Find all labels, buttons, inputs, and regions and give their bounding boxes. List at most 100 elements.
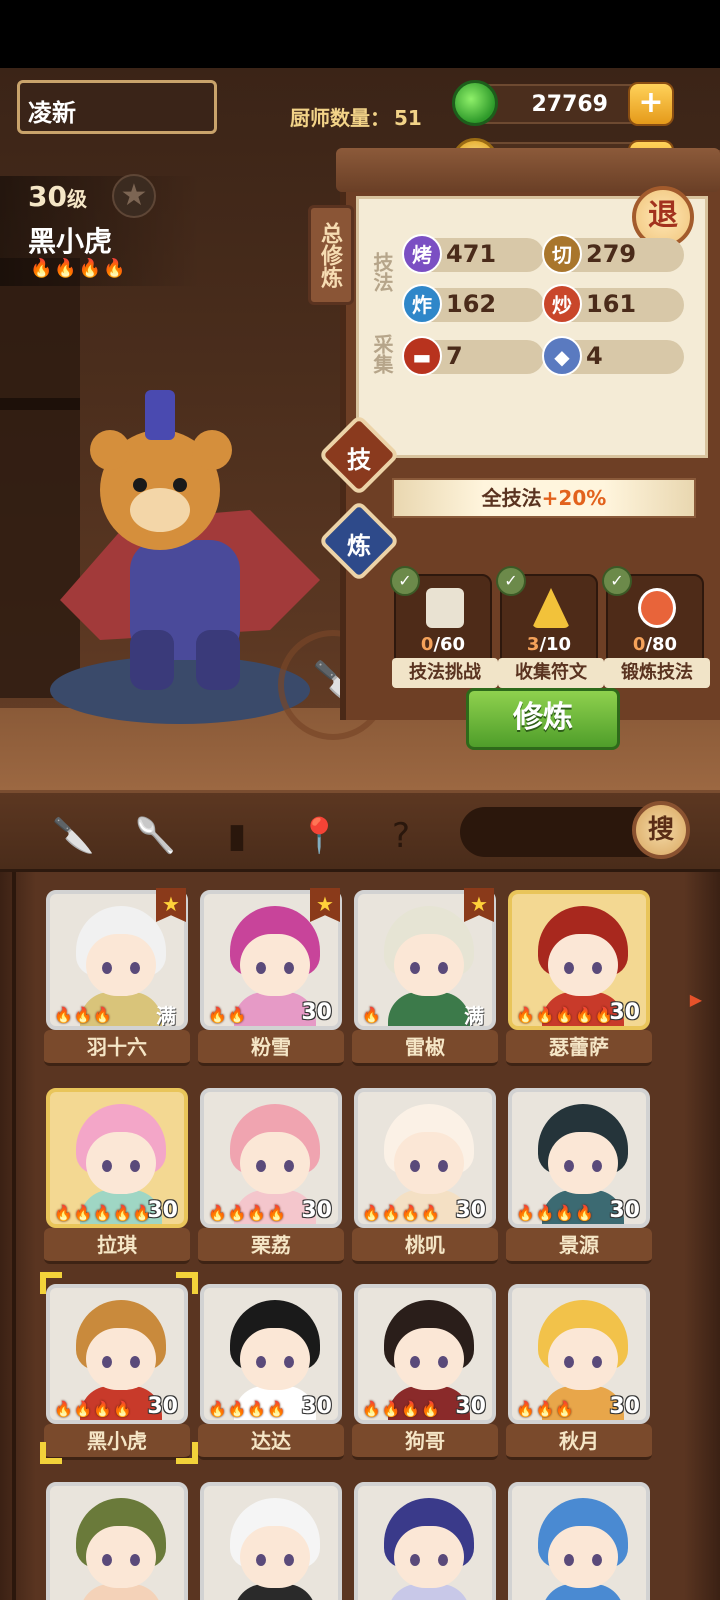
search-button[interactable]: 搜 <box>632 801 690 859</box>
chef-name: 秋月 <box>506 1424 652 1460</box>
chef-flames: 🔥🔥🔥🔥 <box>54 1400 133 1418</box>
chef-card[interactable]: 🔥🔥🔥🔥 30 景源 <box>506 1088 652 1264</box>
chef-face <box>240 1132 310 1194</box>
chef-level: 30 <box>609 1394 640 1419</box>
chef-level: 30 <box>609 1198 640 1223</box>
chef-eye <box>256 1160 266 1172</box>
scroll-arrow-icon[interactable]: ▶ <box>690 990 702 1009</box>
train-button[interactable]: 修炼 <box>466 688 620 750</box>
chef-eye <box>592 962 602 974</box>
chef-eye <box>102 1160 112 1172</box>
chef-card[interactable]: 🔥🔥 30 ★ 粉雪 <box>198 888 344 1066</box>
chef-face <box>394 1526 464 1588</box>
chef-name: 粉雪 <box>198 1030 344 1066</box>
hero-helmet <box>145 390 175 440</box>
chef-eye <box>564 1356 574 1368</box>
chef-level: 满 <box>156 1004 176 1028</box>
ladle-icon[interactable]: 🥄 <box>134 815 176 857</box>
chef-level: 30 <box>455 1394 486 1419</box>
chef-eye <box>438 962 448 974</box>
chef-body <box>388 992 470 1026</box>
chef-card[interactable]: 🔥 满 ★ 雷椒 <box>352 888 498 1066</box>
rune-icon <box>532 588 570 628</box>
chef-card[interactable] <box>200 1482 342 1600</box>
chef-level: 30 <box>455 1198 486 1223</box>
chef-eye <box>564 962 574 974</box>
chef-flames: 🔥🔥🔥🔥 <box>208 1400 287 1418</box>
check-icon: ✓ <box>496 566 526 596</box>
chef-flames: 🔥🔥🔥🔥 <box>208 1204 287 1222</box>
chef-name: 黑小虎 <box>44 1424 190 1460</box>
chef-level: 满 <box>464 1004 484 1028</box>
hero-ear-left <box>90 430 130 470</box>
chef-card[interactable]: 🔥🔥🔥🔥 30 栗荔 <box>198 1088 344 1264</box>
check-icon: ✓ <box>602 566 632 596</box>
hero-eye-left <box>133 478 147 492</box>
chef-name: 雷椒 <box>352 1030 498 1066</box>
status-bar <box>0 0 720 68</box>
cleaver-icon[interactable]: 🔪 <box>52 815 94 857</box>
bonus-value: +20% <box>541 486 607 510</box>
chef-card[interactable]: 🔥🔥🔥🔥 30 桃叽 <box>352 1088 498 1264</box>
character-level-value: 30 <box>28 180 67 213</box>
gather-meat-value: 7 <box>446 342 463 370</box>
chef-eye <box>410 1554 420 1566</box>
chef-face <box>240 1526 310 1588</box>
chef-eye <box>256 1356 266 1368</box>
chef-portrait: 🔥🔥🔥🔥 30 <box>354 1088 496 1228</box>
chef-level: 30 <box>301 1000 332 1025</box>
chef-flames: 🔥🔥🔥🔥 <box>362 1204 441 1222</box>
chef-card[interactable]: 🔥🔥🔥🔥 30 狗哥 <box>352 1284 498 1460</box>
chef-eye <box>284 1554 294 1566</box>
chef-face <box>86 1132 156 1194</box>
add-jade-button[interactable]: + <box>628 82 674 126</box>
chef-flames: 🔥🔥🔥🔥🔥 <box>516 1006 615 1024</box>
chef-eye <box>102 1356 112 1368</box>
task-progress: 3/10 <box>526 634 572 655</box>
chef-portrait: 🔥🔥🔥🔥🔥 30 <box>46 1088 188 1228</box>
hero-leg-right <box>196 630 240 690</box>
chef-level: 30 <box>147 1198 178 1223</box>
jar-icon[interactable]: ▮ <box>216 815 258 857</box>
chef-card[interactable]: 🔥🔥🔥 30 秋月 <box>506 1284 652 1460</box>
task-forge-technique[interactable]: ✓ 0/80 锻炼技法 <box>602 566 710 688</box>
character-level: 30级 <box>28 180 87 213</box>
chef-eye <box>410 1356 420 1368</box>
task-collect-runes[interactable]: ✓ 3/10 收集符文 <box>496 566 604 688</box>
bonus-banner: 全技法+20% <box>392 478 696 518</box>
selection-corner <box>40 1272 62 1294</box>
location-pin-icon[interactable]: 📍 <box>298 815 340 857</box>
chef-face <box>548 934 618 996</box>
chef-card[interactable]: 🔥🔥🔥🔥🔥 30 拉琪 <box>44 1088 190 1264</box>
chef-eye <box>256 1554 266 1566</box>
chef-card[interactable]: 🔥🔥🔥🔥 30 黑小虎 <box>44 1284 190 1460</box>
chef-card[interactable] <box>508 1482 650 1600</box>
chef-portrait: 🔥🔥🔥🔥 30 <box>354 1284 496 1424</box>
chef-portrait: 🔥🔥🔥 30 <box>508 1284 650 1424</box>
hero-ear-right <box>192 430 232 470</box>
chef-portrait: 🔥🔥🔥🔥 30 <box>508 1088 650 1228</box>
chef-name: 瑟蕾萨 <box>506 1030 652 1066</box>
selection-corner <box>176 1272 198 1294</box>
question-map-icon[interactable]: ? <box>380 815 422 857</box>
player-name-box[interactable]: 凌新 <box>17 80 217 134</box>
chef-card[interactable]: 🔥🔥🔥🔥 30 达达 <box>198 1284 344 1460</box>
chef-card[interactable]: 🔥🔥🔥 满 ★ 羽十六 <box>44 888 190 1066</box>
chef-portrait: 🔥🔥🔥🔥 30 <box>200 1284 342 1424</box>
chef-card[interactable]: 🔥🔥🔥🔥🔥 30 瑟蕾萨 <box>506 890 652 1066</box>
star-icon[interactable]: ★ <box>112 174 156 218</box>
total-training-tab[interactable]: 总修炼 <box>308 205 354 305</box>
chef-card[interactable] <box>46 1482 188 1600</box>
chef-face <box>548 1328 618 1390</box>
chef-flames: 🔥🔥🔥🔥 <box>516 1204 595 1222</box>
task-technique-challenge[interactable]: ✓ 0/60 技法挑战 <box>390 566 498 688</box>
skill-roast-value: 471 <box>446 240 497 268</box>
bonus-prefix: 全技法 <box>481 486 542 510</box>
chef-flames: 🔥🔥🔥 <box>54 1006 114 1024</box>
chef-face <box>548 1526 618 1588</box>
task-label: 收集符文 <box>498 658 604 688</box>
chef-eye <box>592 1554 602 1566</box>
chef-card[interactable] <box>354 1482 496 1600</box>
character-level-unit: 级 <box>66 187 87 211</box>
hero-shadow <box>50 656 310 724</box>
